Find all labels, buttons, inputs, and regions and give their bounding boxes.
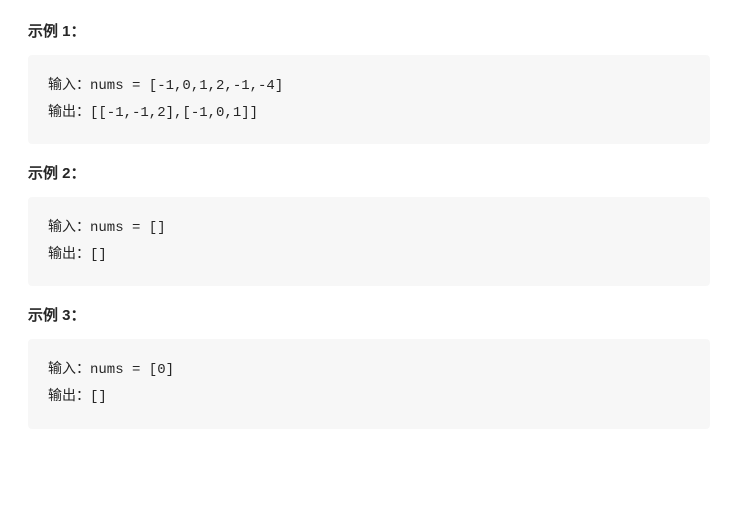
code-block: 输入：nums = [0] 输出：[] (28, 339, 710, 428)
output-code: [] (90, 247, 107, 263)
example-2: 示例 2： 输入：nums = [] 输出：[] (28, 162, 710, 286)
output-label: 输出： (48, 389, 90, 405)
output-line: 输出：[] (48, 384, 690, 411)
input-code: nums = [0] (90, 362, 174, 378)
input-line: 输入：nums = [] (48, 215, 690, 242)
code-block: 输入：nums = [-1,0,1,2,-1,-4] 输出：[[-1,-1,2]… (28, 55, 710, 144)
output-label: 输出： (48, 247, 90, 263)
example-1: 示例 1： 输入：nums = [-1,0,1,2,-1,-4] 输出：[[-1… (28, 20, 710, 144)
input-code: nums = [-1,0,1,2,-1,-4] (90, 78, 283, 94)
example-3: 示例 3： 输入：nums = [0] 输出：[] (28, 304, 710, 428)
input-line: 输入：nums = [0] (48, 357, 690, 384)
output-line: 输出：[[-1,-1,2],[-1,0,1]] (48, 100, 690, 127)
example-title: 示例 3： (28, 304, 710, 325)
output-line: 输出：[] (48, 242, 690, 269)
code-block: 输入：nums = [] 输出：[] (28, 197, 710, 286)
input-label: 输入： (48, 220, 90, 236)
example-title: 示例 2： (28, 162, 710, 183)
input-label: 输入： (48, 362, 90, 378)
input-code: nums = [] (90, 220, 166, 236)
input-line: 输入：nums = [-1,0,1,2,-1,-4] (48, 73, 690, 100)
input-label: 输入： (48, 78, 90, 94)
example-title: 示例 1： (28, 20, 710, 41)
output-label: 输出： (48, 105, 90, 121)
output-code: [] (90, 389, 107, 405)
output-code: [[-1,-1,2],[-1,0,1]] (90, 105, 258, 121)
